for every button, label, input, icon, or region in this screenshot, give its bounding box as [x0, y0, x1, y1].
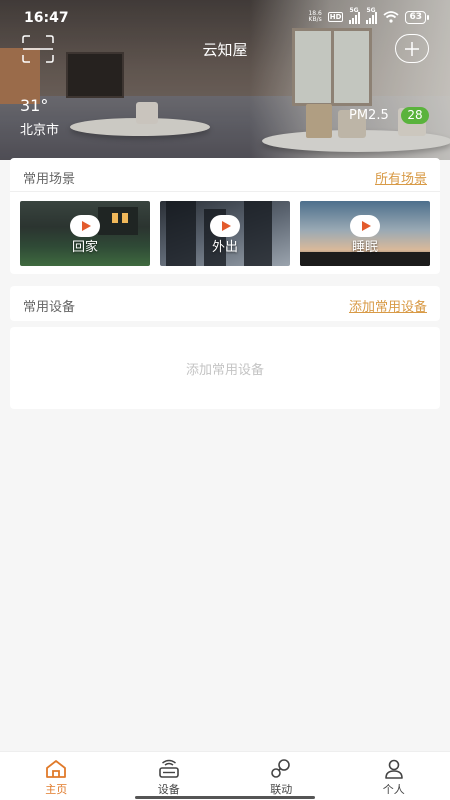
status-bar: 16:47 18.6 KB/s HD 5G 5G 63	[0, 0, 450, 36]
play-icon[interactable]	[210, 215, 240, 237]
nav-label: 个人	[382, 783, 405, 796]
wifi-icon	[383, 11, 400, 23]
bottom-navigation: 主页 设备 联动 个人	[0, 751, 450, 800]
all-scenes-link[interactable]: 所有场景	[375, 168, 427, 187]
scene-label: 睡眠	[351, 240, 378, 255]
battery-icon: 63	[405, 10, 429, 24]
network-speed: 18.6 KB/s	[308, 10, 322, 23]
devices-empty-area[interactable]: 添加常用设备	[10, 327, 440, 409]
pm25-label: PM2.5	[349, 108, 389, 123]
person-icon	[384, 759, 403, 779]
devices-empty-text: 添加常用设备	[185, 362, 264, 378]
home-icon	[46, 760, 67, 778]
weather-temperature: 31°	[20, 96, 49, 115]
scene-card-home[interactable]: 回家	[20, 201, 150, 266]
nav-item-devices[interactable]: 设备	[113, 752, 226, 800]
page-title: 云知屋	[202, 41, 248, 59]
nav-item-profile[interactable]: 个人	[338, 752, 450, 800]
scene-label: 外出	[211, 240, 238, 255]
scene-card-out[interactable]: 外出	[160, 201, 290, 266]
signal-sim2-icon: 5G	[366, 7, 378, 24]
title-bar: 云知屋	[0, 34, 450, 64]
plus-icon	[405, 41, 419, 56]
play-icon[interactable]	[70, 215, 100, 237]
signal-sim1-icon: 5G	[349, 7, 361, 24]
nav-item-home[interactable]: 主页	[0, 752, 113, 800]
play-icon[interactable]	[350, 215, 380, 237]
devices-title: 常用设备	[23, 300, 76, 315]
link-icon	[271, 759, 291, 778]
add-button[interactable]	[395, 34, 429, 63]
scenes-header: 常用场景 所有场景	[10, 158, 440, 192]
add-device-link[interactable]: 添加常用设备	[349, 296, 427, 315]
nav-label: 主页	[45, 783, 68, 796]
nav-label: 设备	[157, 783, 180, 796]
nav-item-linkage[interactable]: 联动	[225, 752, 338, 800]
scene-card-sleep[interactable]: 睡眠	[300, 201, 430, 266]
pm25-value-badge: 28	[401, 107, 429, 124]
scenes-title: 常用场景	[23, 172, 76, 187]
weather-city: 北京市	[20, 123, 60, 138]
scene-label: 回家	[71, 240, 98, 255]
nav-label: 联动	[270, 783, 293, 796]
device-icon	[158, 759, 179, 778]
scenes-card: 常用场景 所有场景 回家 外出 睡眠	[10, 158, 440, 274]
status-time: 16:47	[24, 10, 69, 26]
devices-header: 常用设备 添加常用设备	[10, 286, 440, 321]
home-indicator[interactable]	[135, 796, 315, 799]
hd-voice-icon: HD	[327, 12, 344, 22]
